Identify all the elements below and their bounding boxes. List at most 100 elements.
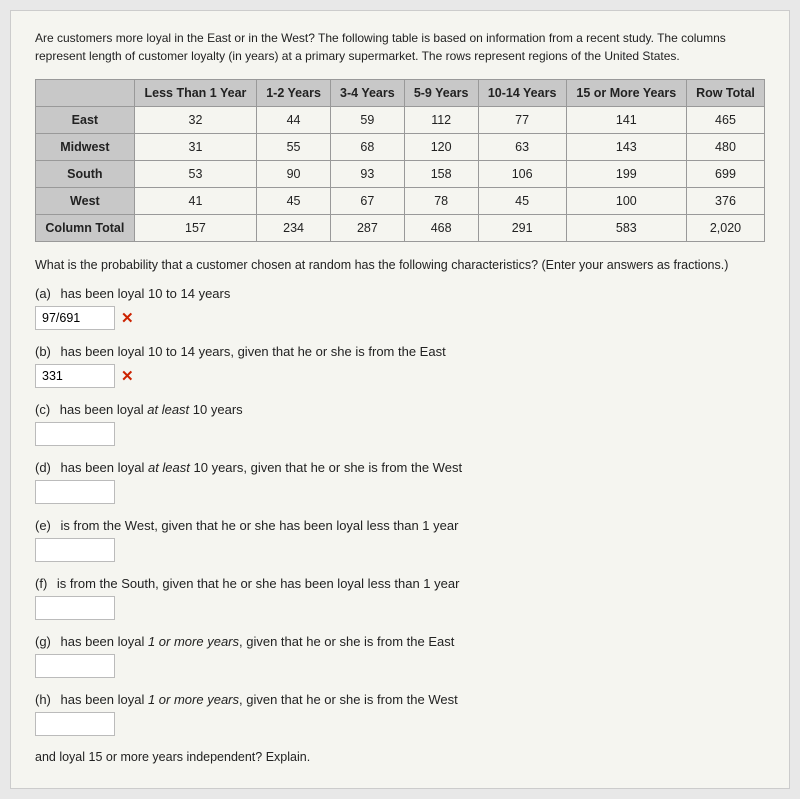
bottom-text: and loyal 15 or more years independent? …: [35, 750, 765, 764]
question-c-label: (c) has been loyal at least 10 years: [35, 402, 765, 417]
question-f: (f) is from the South, given that he or …: [35, 576, 765, 620]
question-e-label: (e) is from the West, given that he or s…: [35, 518, 765, 533]
total-5-9: 468: [404, 215, 478, 242]
question-f-label: (f) is from the South, given that he or …: [35, 576, 765, 591]
question-a-label: (a) has been loyal 10 to 14 years: [35, 286, 765, 301]
question-g-part: (g): [35, 634, 51, 649]
row-label-midwest: Midwest: [36, 134, 135, 161]
west-less1: 41: [134, 188, 256, 215]
south-10-14: 106: [478, 161, 566, 188]
question-c: (c) has been loyal at least 10 years: [35, 402, 765, 446]
col-header-5-9: 5-9 Years: [404, 80, 478, 107]
question-a-error-icon: ✕: [121, 309, 134, 327]
question-d-part: (d): [35, 460, 51, 475]
east-10-14: 77: [478, 107, 566, 134]
question-g-label: (g) has been loyal 1 or more years, give…: [35, 634, 765, 649]
question-e-text: is from the West, given that he or she h…: [61, 518, 459, 533]
question-d: (d) has been loyal at least 10 years, gi…: [35, 460, 765, 504]
west-5-9: 78: [404, 188, 478, 215]
question-e-input[interactable]: [35, 538, 115, 562]
east-15plus: 141: [566, 107, 686, 134]
south-1-2: 90: [257, 161, 331, 188]
south-3-4: 93: [330, 161, 404, 188]
question-f-part: (f): [35, 576, 47, 591]
question-g-text: has been loyal 1 or more years, given th…: [61, 634, 455, 649]
question-d-input[interactable]: [35, 480, 115, 504]
table-row-col-total: Column Total 157 234 287 468 291 583 2,0…: [36, 215, 765, 242]
question-h-input[interactable]: [35, 712, 115, 736]
total-3-4: 287: [330, 215, 404, 242]
intro-text: Are customers more loyal in the East or …: [35, 29, 765, 65]
table-row-south: South 53 90 93 158 106 199 699: [36, 161, 765, 188]
col-header-region: [36, 80, 135, 107]
midwest-3-4: 68: [330, 134, 404, 161]
row-label-west: West: [36, 188, 135, 215]
midwest-15plus: 143: [566, 134, 686, 161]
question-c-text: has been loyal at least 10 years: [60, 402, 243, 417]
total-1-2: 234: [257, 215, 331, 242]
col-header-less1: Less Than 1 Year: [134, 80, 256, 107]
question-h-label: (h) has been loyal 1 or more years, give…: [35, 692, 765, 707]
midwest-10-14: 63: [478, 134, 566, 161]
col-header-15plus: 15 or More Years: [566, 80, 686, 107]
data-table: Less Than 1 Year 1-2 Years 3-4 Years 5-9…: [35, 79, 765, 242]
table-row-midwest: Midwest 31 55 68 120 63 143 480: [36, 134, 765, 161]
question-a-input[interactable]: [35, 306, 115, 330]
col-header-1-2: 1-2 Years: [257, 80, 331, 107]
question-d-label: (d) has been loyal at least 10 years, gi…: [35, 460, 765, 475]
question-h-part: (h): [35, 692, 51, 707]
east-less1: 32: [134, 107, 256, 134]
midwest-total: 480: [686, 134, 764, 161]
question-a-part: (a): [35, 286, 51, 301]
question-g: (g) has been loyal 1 or more years, give…: [35, 634, 765, 678]
question-intro: What is the probability that a customer …: [35, 258, 765, 272]
south-5-9: 158: [404, 161, 478, 188]
east-3-4: 59: [330, 107, 404, 134]
col-header-10-14: 10-14 Years: [478, 80, 566, 107]
midwest-1-2: 55: [257, 134, 331, 161]
table-row-east: East 32 44 59 112 77 141 465: [36, 107, 765, 134]
west-total: 376: [686, 188, 764, 215]
west-10-14: 45: [478, 188, 566, 215]
col-total-label: Column Total: [36, 215, 135, 242]
question-b-label: (b) has been loyal 10 to 14 years, given…: [35, 344, 765, 359]
total-15plus: 583: [566, 215, 686, 242]
total-grand: 2,020: [686, 215, 764, 242]
col-header-3-4: 3-4 Years: [330, 80, 404, 107]
question-b: (b) has been loyal 10 to 14 years, given…: [35, 344, 765, 388]
south-15plus: 199: [566, 161, 686, 188]
question-g-input[interactable]: [35, 654, 115, 678]
question-f-input[interactable]: [35, 596, 115, 620]
row-label-east: East: [36, 107, 135, 134]
question-c-input[interactable]: [35, 422, 115, 446]
row-label-south: South: [36, 161, 135, 188]
west-1-2: 45: [257, 188, 331, 215]
question-h-text: has been loyal 1 or more years, given th…: [61, 692, 458, 707]
question-f-text: is from the South, given that he or she …: [57, 576, 460, 591]
question-d-text: has been loyal at least 10 years, given …: [61, 460, 463, 475]
south-total: 699: [686, 161, 764, 188]
table-row-west: West 41 45 67 78 45 100 376: [36, 188, 765, 215]
question-a: (a) has been loyal 10 to 14 years ✕: [35, 286, 765, 330]
total-less1: 157: [134, 215, 256, 242]
east-total: 465: [686, 107, 764, 134]
question-b-text: has been loyal 10 to 14 years, given tha…: [61, 344, 446, 359]
east-1-2: 44: [257, 107, 331, 134]
col-header-row-total: Row Total: [686, 80, 764, 107]
east-5-9: 112: [404, 107, 478, 134]
midwest-less1: 31: [134, 134, 256, 161]
question-e: (e) is from the West, given that he or s…: [35, 518, 765, 562]
question-c-part: (c): [35, 402, 50, 417]
west-15plus: 100: [566, 188, 686, 215]
south-less1: 53: [134, 161, 256, 188]
midwest-5-9: 120: [404, 134, 478, 161]
west-3-4: 67: [330, 188, 404, 215]
total-10-14: 291: [478, 215, 566, 242]
question-h: (h) has been loyal 1 or more years, give…: [35, 692, 765, 736]
question-b-input[interactable]: [35, 364, 115, 388]
question-e-part: (e): [35, 518, 51, 533]
question-a-text: has been loyal 10 to 14 years: [61, 286, 231, 301]
question-b-part: (b): [35, 344, 51, 359]
question-b-error-icon: ✕: [121, 367, 134, 385]
page: Are customers more loyal in the East or …: [10, 10, 790, 789]
